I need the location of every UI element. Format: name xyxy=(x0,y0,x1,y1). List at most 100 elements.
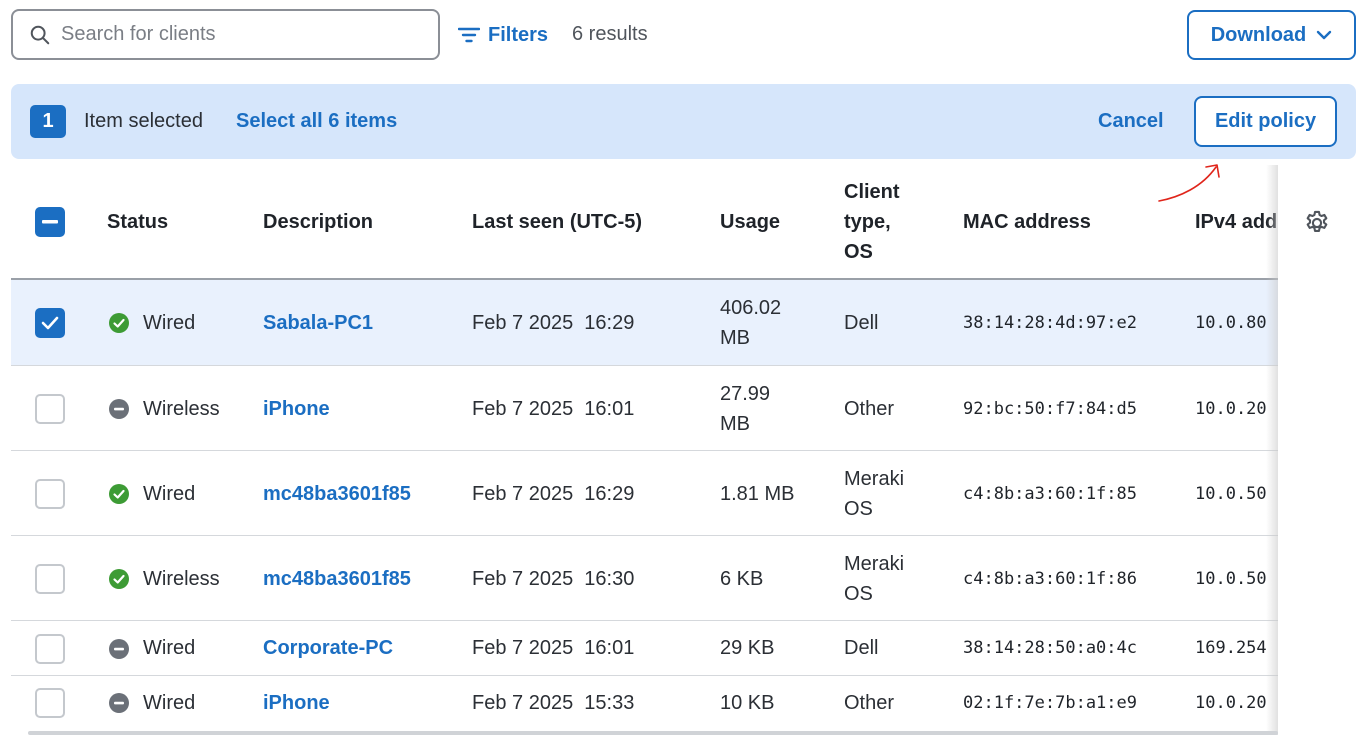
last-seen: Feb 7 2025 16:30 xyxy=(472,568,635,590)
description-link[interactable]: iPhone xyxy=(263,394,330,424)
search-box[interactable] xyxy=(11,9,440,60)
selected-text: Item selected xyxy=(84,110,203,132)
usage-value: 406.02 xyxy=(720,297,782,319)
client-type-line1: Meraki xyxy=(844,468,905,490)
client-type: Other xyxy=(844,398,895,420)
usage-unit: MB xyxy=(720,327,750,349)
ipv4-address: 10.0.50 xyxy=(1195,484,1267,504)
column-status[interactable]: Status xyxy=(107,207,168,237)
edit-policy-button[interactable]: Edit policy xyxy=(1194,96,1337,147)
usage-unit: MB xyxy=(720,413,750,435)
ipv4-address: 10.0.50 xyxy=(1195,569,1267,589)
select-all-link[interactable]: Select all 6 items xyxy=(236,110,397,133)
sticky-column-area xyxy=(1278,165,1362,735)
offline-status-icon xyxy=(109,693,129,713)
table-row[interactable]: Wired Corporate-PC Feb 7 2025 16:01 29 K… xyxy=(11,621,1356,676)
mac-address: c4:8b:a3:60:1f:85 xyxy=(963,484,1137,504)
annotation-arrow-icon xyxy=(1158,164,1220,202)
column-ipv4[interactable]: IPv4 add xyxy=(1195,207,1277,237)
usage-value: 10 KB xyxy=(720,692,775,714)
client-type-line2: OS xyxy=(844,583,873,605)
status-text: Wired xyxy=(143,692,196,714)
table-row[interactable]: Wired mc48ba3601f85 Feb 7 2025 16:29 1.8… xyxy=(11,451,1356,536)
online-status-icon xyxy=(109,313,129,333)
minus-icon xyxy=(42,220,58,224)
ipv4-address: 10.0.80 xyxy=(1195,313,1267,333)
chevron-down-icon xyxy=(1317,30,1332,40)
selection-banner: 1 Item selected Select all 6 items Cance… xyxy=(11,84,1356,159)
usage-value: 27.99 xyxy=(720,383,771,405)
description-link[interactable]: mc48ba3601f85 xyxy=(263,479,411,509)
status-text: Wired xyxy=(143,483,196,505)
online-status-icon xyxy=(109,484,129,504)
column-last-seen[interactable]: Last seen (UTC-5) xyxy=(472,207,642,237)
status-text: Wireless xyxy=(143,568,220,590)
select-all-checkbox[interactable] xyxy=(35,207,65,237)
column-mac-address[interactable]: MAC address xyxy=(963,207,1091,237)
row-checkbox[interactable] xyxy=(35,394,65,424)
column-client-type-line2: type, xyxy=(844,211,891,233)
usage-value: 29 KB xyxy=(720,637,775,659)
client-type: Dell xyxy=(844,637,879,659)
mac-address: 38:14:28:50:a0:4c xyxy=(963,638,1137,658)
description-link[interactable]: mc48ba3601f85 xyxy=(263,564,411,594)
download-button[interactable]: Download xyxy=(1187,10,1356,60)
offline-status-icon xyxy=(109,399,129,419)
row-checkbox[interactable] xyxy=(35,564,65,594)
download-label: Download xyxy=(1210,23,1307,46)
table-row[interactable]: Wireless iPhone Feb 7 2025 16:01 27.99 M… xyxy=(11,366,1356,451)
status-text: Wired xyxy=(143,637,196,659)
filter-icon xyxy=(458,27,480,43)
mac-address: 92:bc:50:f7:84:d5 xyxy=(963,399,1137,419)
usage-value: 6 KB xyxy=(720,568,764,590)
last-seen: Feb 7 2025 16:29 xyxy=(472,483,635,505)
ipv4-address: 10.0.20 xyxy=(1195,399,1267,419)
last-seen: Feb 7 2025 16:29 xyxy=(472,312,635,334)
row-checkbox[interactable] xyxy=(35,479,65,509)
horizontal-scrollbar[interactable] xyxy=(28,731,1278,735)
online-status-icon xyxy=(109,569,129,589)
description-link[interactable]: Sabala-PC1 xyxy=(263,308,373,338)
table-row[interactable]: Wireless mc48ba3601f85 Feb 7 2025 16:30 … xyxy=(11,536,1356,621)
row-checkbox[interactable] xyxy=(35,688,65,718)
ipv4-address: 10.0.20 xyxy=(1195,693,1267,713)
column-description[interactable]: Description xyxy=(263,207,373,237)
status-text: Wired xyxy=(143,312,196,334)
gear-icon[interactable] xyxy=(1303,209,1331,237)
description-link[interactable]: iPhone xyxy=(263,688,330,718)
description-link[interactable]: Corporate-PC xyxy=(263,633,393,663)
last-seen: Feb 7 2025 16:01 xyxy=(472,637,635,659)
last-seen: Feb 7 2025 16:01 xyxy=(472,398,635,420)
client-type: Other xyxy=(844,692,895,714)
filters-button[interactable]: Filters xyxy=(458,20,548,50)
usage: 27.99 MB xyxy=(720,379,770,439)
status-text: Wireless xyxy=(143,398,220,420)
check-icon xyxy=(41,316,59,330)
row-checkbox[interactable] xyxy=(35,308,65,338)
selected-count-badge: 1 xyxy=(30,105,66,138)
filters-label: Filters xyxy=(488,23,549,46)
ipv4-address: 169.254 xyxy=(1195,638,1267,658)
search-icon xyxy=(30,25,50,44)
cancel-button[interactable]: Cancel xyxy=(1098,110,1164,133)
client-type: Meraki OS xyxy=(844,549,904,609)
search-input[interactable] xyxy=(61,23,421,46)
column-client-type-line3: OS xyxy=(844,241,873,263)
column-client-type[interactable]: Client type, OS xyxy=(844,177,900,267)
usage-value: 1.81 MB xyxy=(720,483,795,505)
column-usage[interactable]: Usage xyxy=(720,207,780,237)
table-row[interactable]: Wired Sabala-PC1 Feb 7 2025 16:29 406.02… xyxy=(11,280,1356,366)
table-row[interactable]: Wired iPhone Feb 7 2025 15:33 10 KB Othe… xyxy=(11,676,1356,731)
mac-address: c4:8b:a3:60:1f:86 xyxy=(963,569,1137,589)
client-type: Meraki OS xyxy=(844,464,904,524)
mac-address: 38:14:28:4d:97:e2 xyxy=(963,313,1137,333)
last-seen: Feb 7 2025 15:33 xyxy=(472,692,635,714)
column-client-type-line1: Client xyxy=(844,181,900,203)
client-type-line2: OS xyxy=(844,498,873,520)
mac-address: 02:1f:7e:7b:a1:e9 xyxy=(963,693,1137,713)
clients-table: Status Description Last seen (UTC-5) Usa… xyxy=(11,165,1356,731)
client-type: Dell xyxy=(844,312,879,334)
client-type-line1: Meraki xyxy=(844,553,905,575)
row-checkbox[interactable] xyxy=(35,634,65,664)
offline-status-icon xyxy=(109,639,129,659)
